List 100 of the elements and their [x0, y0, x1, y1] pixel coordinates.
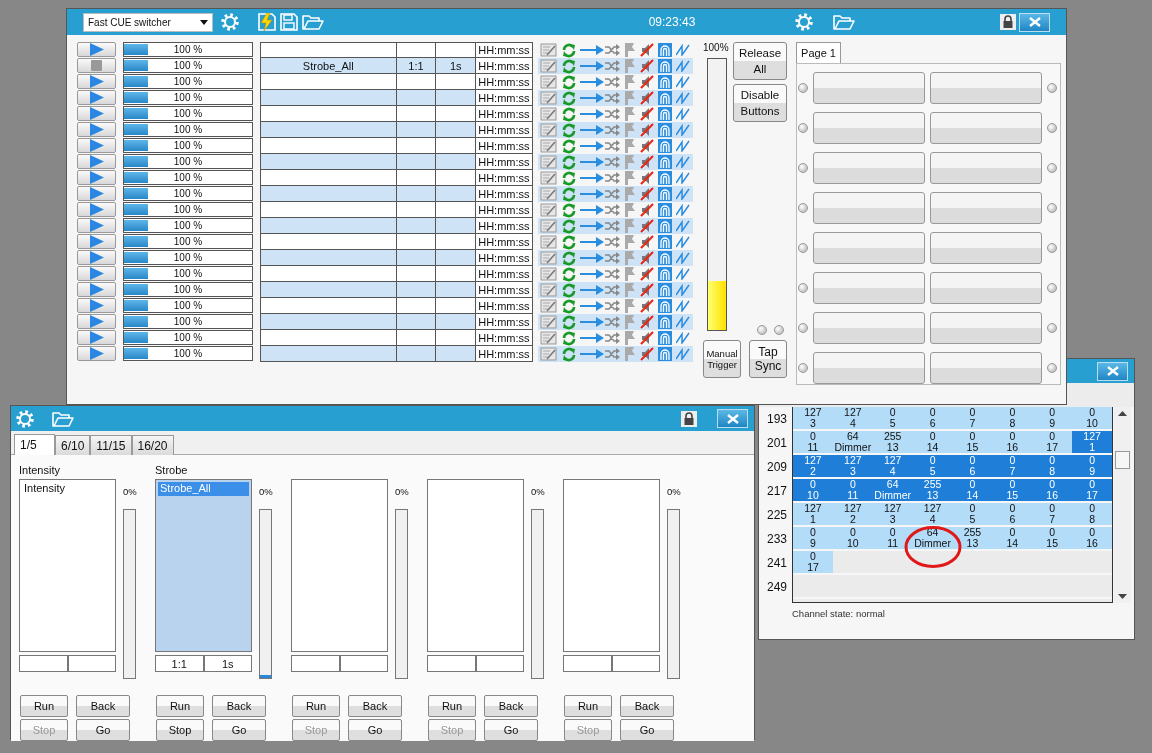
- channel-cell[interactable]: 0 17: [1072, 479, 1112, 501]
- refresh-icon[interactable]: [562, 250, 576, 266]
- wave-icon[interactable]: [676, 268, 691, 280]
- shuffle-icon[interactable]: [605, 332, 620, 344]
- level-slider[interactable]: 100 %: [123, 298, 253, 313]
- close-button[interactable]: [1019, 12, 1050, 32]
- wave-icon[interactable]: [676, 220, 691, 232]
- pad-button[interactable]: [813, 192, 925, 224]
- channel-cell[interactable]: 127 2: [832, 503, 873, 525]
- channel-cell[interactable]: 127 3: [793, 407, 833, 429]
- level-slider[interactable]: 100 %: [123, 282, 253, 297]
- magnet-icon[interactable]: [658, 219, 672, 233]
- wave-icon[interactable]: [676, 172, 691, 184]
- list-item[interactable]: Intensity: [22, 482, 113, 496]
- edit-icon[interactable]: [540, 59, 558, 73]
- lightning-save-icon[interactable]: [258, 13, 276, 31]
- play-button[interactable]: [77, 202, 116, 217]
- shuffle-icon[interactable]: [605, 108, 620, 120]
- mute-icon[interactable]: [640, 347, 654, 361]
- scroll-down-icon[interactable]: [1118, 594, 1127, 599]
- flag-icon[interactable]: [624, 171, 636, 185]
- mute-icon[interactable]: [640, 123, 654, 137]
- mute-icon[interactable]: [640, 235, 654, 249]
- level-slider[interactable]: 100 %: [123, 218, 253, 233]
- refresh-icon[interactable]: [562, 122, 576, 138]
- play-button[interactable]: [77, 282, 116, 297]
- flag-icon[interactable]: [624, 43, 636, 57]
- channel-cell[interactable]: 64 Dimmer: [832, 431, 873, 453]
- mute-icon[interactable]: [640, 75, 654, 89]
- pad-button[interactable]: [930, 352, 1042, 384]
- wave-icon[interactable]: [676, 204, 691, 216]
- magnet-icon[interactable]: [658, 331, 672, 345]
- wave-icon[interactable]: [676, 300, 691, 312]
- shuffle-icon[interactable]: [605, 348, 620, 360]
- cue-button[interactable]: Run: [292, 695, 340, 717]
- save-icon[interactable]: [280, 13, 298, 31]
- wave-icon[interactable]: [676, 348, 691, 360]
- arrow-icon[interactable]: [580, 125, 604, 135]
- tab[interactable]: 1/5: [14, 434, 55, 455]
- mute-icon[interactable]: [640, 299, 654, 313]
- channel-cell[interactable]: 0 11: [872, 527, 913, 549]
- channel-cell[interactable]: 0 16: [1072, 527, 1112, 549]
- shuffle-icon[interactable]: [605, 252, 620, 264]
- cue-button[interactable]: Go: [484, 719, 538, 741]
- scroll-up-icon[interactable]: [1118, 411, 1127, 416]
- flag-icon[interactable]: [624, 267, 636, 281]
- play-button[interactable]: [77, 266, 116, 281]
- page-tab[interactable]: Page 1: [796, 42, 841, 63]
- channel-cell[interactable]: 255 13: [872, 431, 913, 453]
- arrow-icon[interactable]: [580, 237, 604, 247]
- arrow-icon[interactable]: [580, 269, 604, 279]
- mute-icon[interactable]: [640, 139, 654, 153]
- cue-button[interactable]: Back: [212, 695, 266, 717]
- flag-icon[interactable]: [624, 139, 636, 153]
- pad-button[interactable]: [930, 312, 1042, 344]
- pad-button[interactable]: [813, 72, 925, 104]
- action-button[interactable]: Release All: [733, 42, 787, 80]
- play-button[interactable]: [77, 346, 116, 361]
- play-button[interactable]: [77, 106, 116, 121]
- cue-button[interactable]: Run: [20, 695, 68, 717]
- mute-icon[interactable]: [640, 219, 654, 233]
- pad-button[interactable]: [930, 272, 1042, 304]
- channel-cell[interactable]: 0 17: [1032, 431, 1073, 453]
- wave-icon[interactable]: [676, 76, 691, 88]
- mute-icon[interactable]: [640, 43, 654, 57]
- level-slider[interactable]: 100 %: [123, 266, 253, 281]
- refresh-icon[interactable]: [562, 202, 576, 218]
- edit-icon[interactable]: [540, 347, 558, 361]
- shuffle-icon[interactable]: [605, 300, 620, 312]
- mute-icon[interactable]: [640, 187, 654, 201]
- arrow-icon[interactable]: [580, 189, 604, 199]
- edit-icon[interactable]: [540, 219, 558, 233]
- level-slider[interactable]: 100 %: [123, 42, 253, 57]
- shuffle-icon[interactable]: [605, 140, 620, 152]
- channel-cell[interactable]: 127 3: [832, 455, 873, 477]
- arrow-icon[interactable]: [580, 45, 604, 55]
- cue-button[interactable]: Go: [212, 719, 266, 741]
- pad-button[interactable]: [930, 192, 1042, 224]
- wave-icon[interactable]: [676, 284, 691, 296]
- stop-button[interactable]: [77, 58, 116, 73]
- shuffle-icon[interactable]: [605, 188, 620, 200]
- edit-icon[interactable]: [540, 187, 558, 201]
- refresh-icon[interactable]: [562, 90, 576, 106]
- cue-list[interactable]: Intensity: [19, 479, 116, 652]
- pad-button[interactable]: [813, 152, 925, 184]
- edit-icon[interactable]: [540, 315, 558, 329]
- wave-icon[interactable]: [676, 44, 691, 56]
- edit-icon[interactable]: [540, 107, 558, 121]
- channel-cell[interactable]: 0 6: [952, 455, 993, 477]
- magnet-icon[interactable]: [658, 315, 672, 329]
- magnet-icon[interactable]: [658, 299, 672, 313]
- refresh-icon[interactable]: [562, 170, 576, 186]
- magnet-icon[interactable]: [658, 107, 672, 121]
- lock-icon[interactable]: [1000, 14, 1016, 30]
- channel-cell[interactable]: 0 15: [1032, 527, 1073, 549]
- action-button[interactable]: Disable Buttons: [733, 84, 787, 122]
- arrow-icon[interactable]: [580, 77, 604, 87]
- channel-cell[interactable]: 0 5: [872, 407, 913, 429]
- arrow-icon[interactable]: [580, 221, 604, 231]
- level-slider[interactable]: 100 %: [123, 234, 253, 249]
